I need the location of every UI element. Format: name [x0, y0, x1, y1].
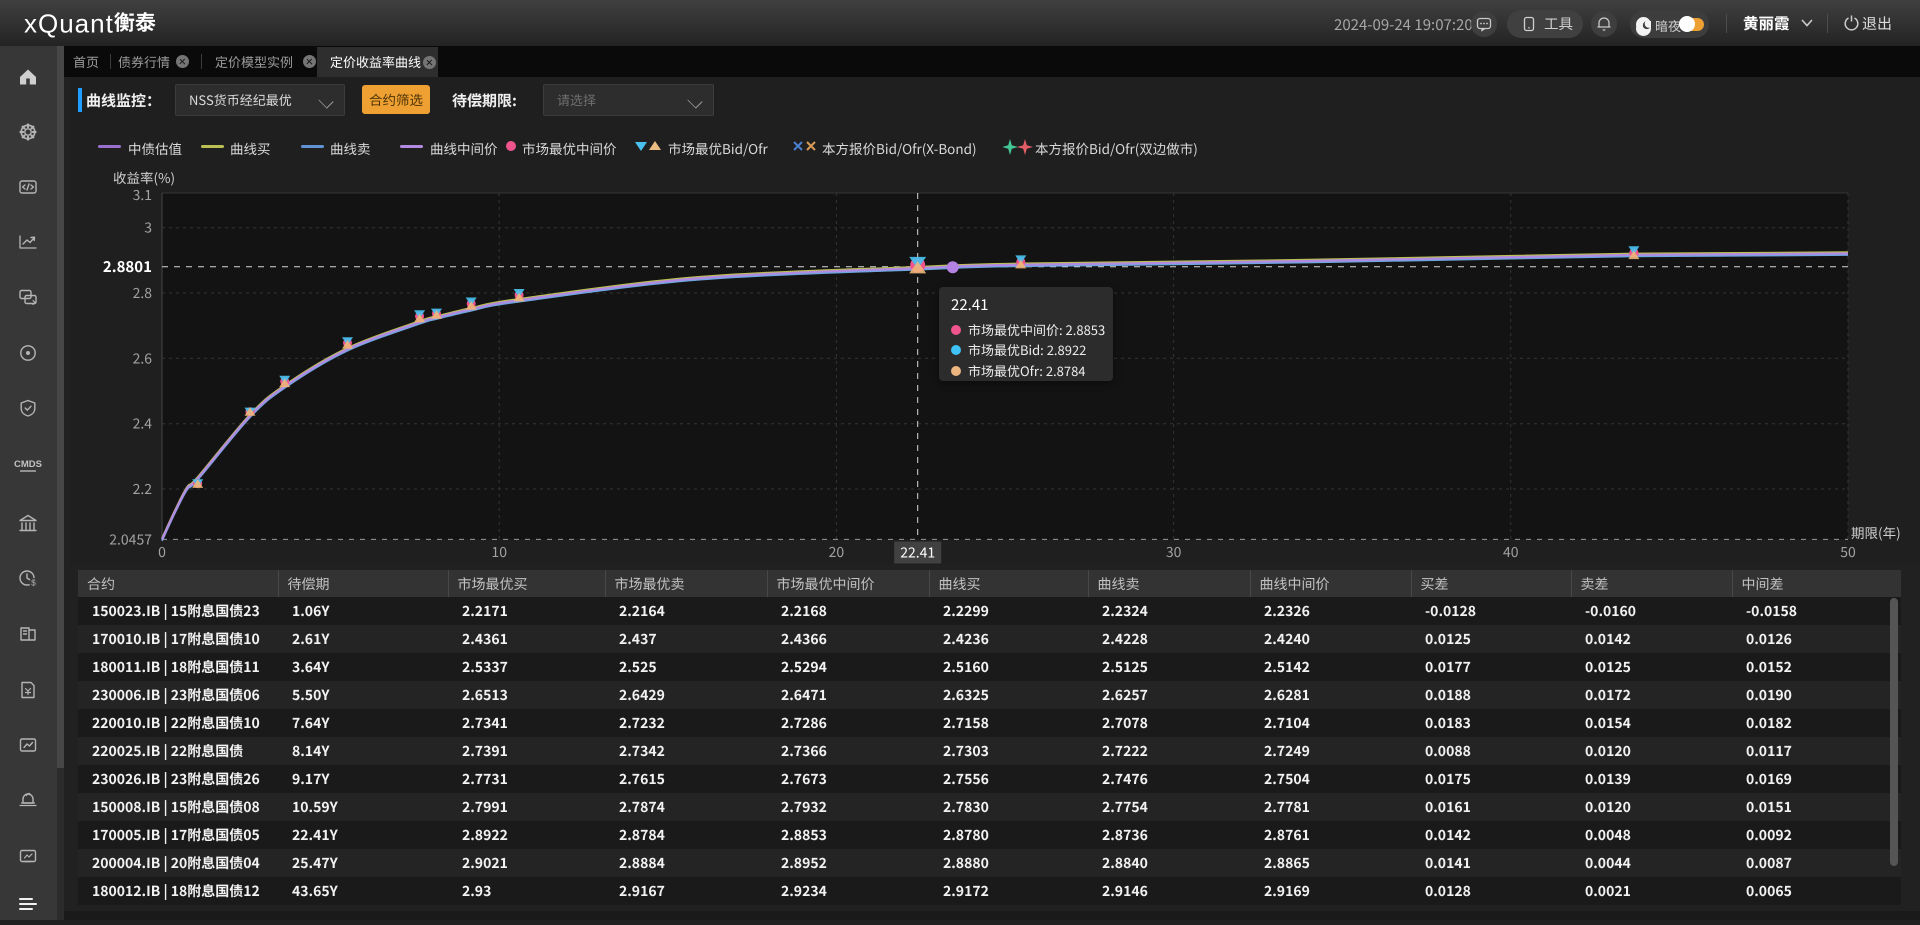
- svg-text:40: 40: [1503, 542, 1519, 562]
- svg-text:2.8801: 2.8801: [103, 256, 152, 277]
- svg-text:2.0457: 2.0457: [109, 529, 152, 549]
- svg-text:2.2: 2.2: [133, 479, 153, 499]
- svg-text:期限(年): 期限(年): [1851, 522, 1901, 542]
- svg-text:10: 10: [491, 542, 507, 562]
- svg-text:CMDS: CMDS: [14, 459, 42, 470]
- svg-text:3.1: 3.1: [133, 185, 152, 205]
- svg-text:2.6: 2.6: [133, 348, 153, 368]
- svg-text:30: 30: [1166, 542, 1182, 562]
- svg-text:收益率(%): 收益率(%): [113, 167, 175, 187]
- svg-text:22.41: 22.41: [900, 543, 935, 563]
- svg-text:0: 0: [158, 542, 166, 562]
- svg-text:$: $: [31, 579, 36, 588]
- svg-text:3: 3: [144, 218, 152, 238]
- svg-text:50: 50: [1840, 542, 1856, 562]
- svg-text:2.8: 2.8: [133, 283, 153, 303]
- svg-text:2.4: 2.4: [133, 414, 153, 434]
- svg-text:20: 20: [829, 542, 845, 562]
